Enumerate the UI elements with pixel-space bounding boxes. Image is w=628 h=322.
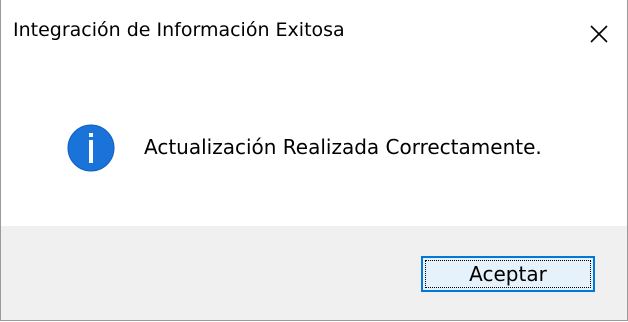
info-icon xyxy=(67,124,115,172)
dialog-content: Actualización Realizada Correctamente. xyxy=(1,68,627,226)
message-text: Actualización Realizada Correctamente. xyxy=(144,135,542,159)
title-bar: Integración de Información Exitosa xyxy=(1,0,627,68)
accept-button[interactable]: Aceptar xyxy=(421,256,595,292)
window-title: Integración de Información Exitosa xyxy=(13,19,345,41)
dialog-footer: Aceptar xyxy=(1,226,627,320)
close-button[interactable] xyxy=(569,0,627,68)
close-icon xyxy=(590,25,608,43)
message-dialog: Integración de Información Exitosa Actua… xyxy=(0,0,628,321)
accept-button-label: Aceptar xyxy=(425,260,591,288)
